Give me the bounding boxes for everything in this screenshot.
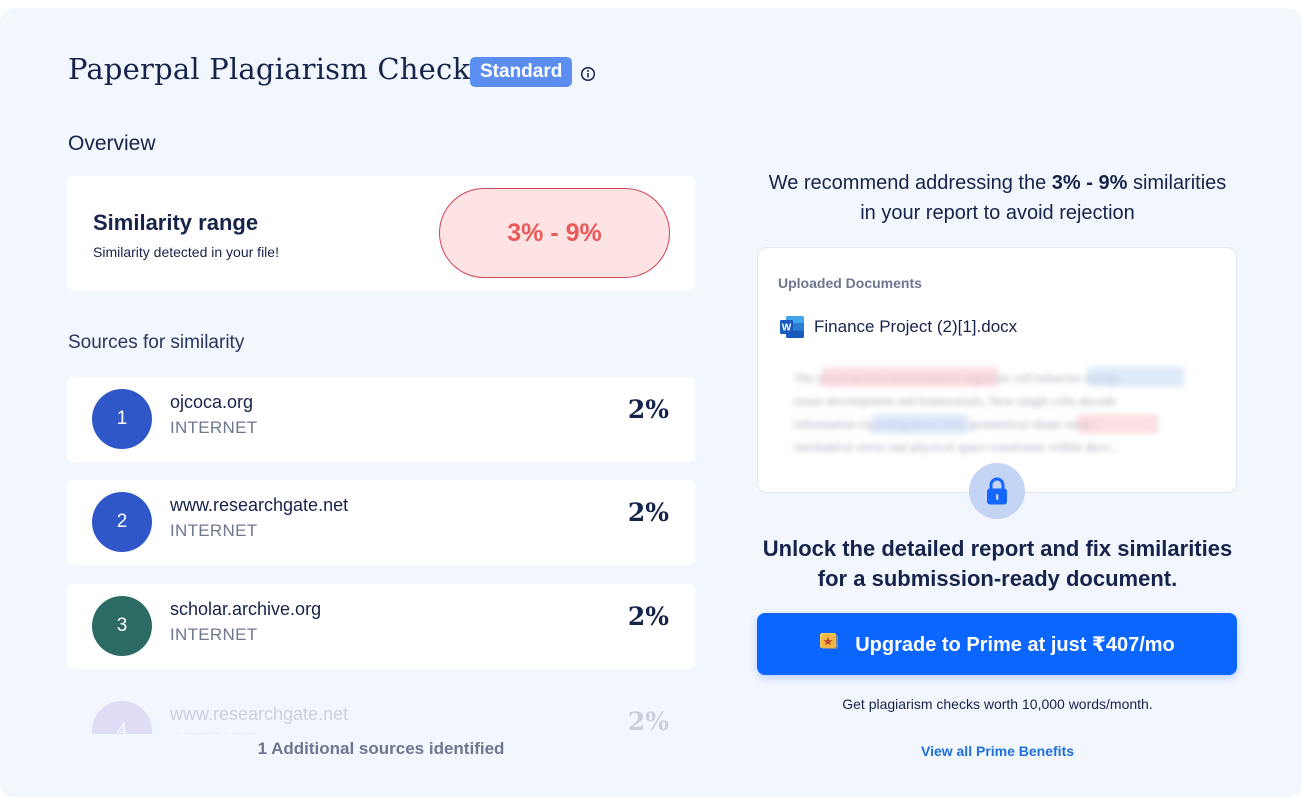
source-number-badge: 4 <box>92 701 152 734</box>
unlock-line1: Unlock the detailed report and fix simil… <box>762 536 1233 561</box>
source-number-badge: 3 <box>92 596 152 656</box>
preview-highlight-pink <box>1078 414 1158 434</box>
additional-sources-text: 1 Additional sources identified <box>257 739 505 758</box>
source-percent: 2% <box>627 395 669 424</box>
preview-line-text: mechanical stress and physical space con… <box>794 439 1119 454</box>
main-panel: Paperpal Plagiarism Check Standard Overv… <box>0 8 1302 797</box>
view-prime-benefits-link[interactable]: View all Prime Benefits <box>740 743 1255 759</box>
source-domain: www.researchgate.net <box>170 495 349 515</box>
svg-text:W: W <box>782 323 792 334</box>
recommendation-suffix: similarities <box>1127 172 1227 194</box>
source-type: INTERNET <box>170 521 258 540</box>
recommendation-range: 3% - 9% <box>1051 172 1128 194</box>
source-domain: scholar.archive.org <box>170 599 322 619</box>
lock-icon <box>987 477 1007 505</box>
document-filename: Finance Project (2)[1].docx <box>814 317 1018 336</box>
similarity-subtitle: Similarity detected in your file! <box>93 244 279 260</box>
source-type: INTERNET <box>170 625 258 644</box>
preview-highlight-pink <box>822 367 998 387</box>
uploaded-document-card: Uploaded Documents W Finance Project (2)… <box>757 247 1237 493</box>
preview-line: tissue development and homeostasis. How … <box>794 389 1194 412</box>
source-percent: 2% <box>627 498 669 527</box>
plan-badge: Standard <box>470 57 573 87</box>
source-domain: ojcoca.org <box>170 392 254 412</box>
preview-highlight-blue <box>872 414 968 434</box>
source-number-badge: 1 <box>92 389 152 449</box>
recommendation-text: We recommend addressing the 3% - 9% simi… <box>740 168 1255 228</box>
prime-benefit-text: Get plagiarism checks worth 10,000 words… <box>842 696 1153 712</box>
uploaded-documents-label: Uploaded Documents <box>778 275 922 291</box>
source-item-4: 4 www.researchgate.net INTERNET 2% <box>67 689 695 734</box>
source-percent: 2% <box>627 602 669 631</box>
info-icon[interactable] <box>580 66 596 82</box>
source-percent: 2% <box>627 707 669 734</box>
preview-highlight-blue <box>1088 367 1184 387</box>
preview-line-text: tissue development and homeostasis. How … <box>794 393 1117 408</box>
recommendation-prefix: We recommend addressing the <box>768 172 1052 194</box>
similarity-title: Similarity range <box>93 210 259 235</box>
unlock-line2: for a submission-ready document. <box>817 566 1178 591</box>
source-number-badge: 2 <box>92 492 152 552</box>
lock-badge <box>969 463 1025 519</box>
source-item-3[interactable]: 3 scholar.archive.org INTERNET 2% <box>67 584 695 669</box>
source-type: INTERNET <box>170 418 258 437</box>
source-item-2[interactable]: 2 www.researchgate.net INTERNET 2% <box>67 480 695 565</box>
source-domain: www.researchgate.net <box>170 704 349 724</box>
sources-heading: Sources for similarity <box>68 332 245 353</box>
recommendation-line2: in your report to avoid rejection <box>860 202 1135 224</box>
unlock-heading: Unlock the detailed report and fix simil… <box>740 534 1255 594</box>
crown-icon <box>820 633 839 649</box>
similarity-card: Similarity range Similarity detected in … <box>67 176 695 290</box>
source-item-1[interactable]: 1 ojcoca.org INTERNET 2% <box>67 377 695 462</box>
word-icon: W <box>780 316 804 338</box>
upgrade-button-label: Upgrade to Prime at just ₹407/mo <box>855 633 1175 656</box>
overview-heading: Overview <box>68 132 156 155</box>
upgrade-to-prime-button[interactable]: Upgrade to Prime at just ₹407/mo <box>757 613 1237 675</box>
preview-line: mechanical stress and physical space con… <box>794 435 1194 458</box>
similarity-range-pill: 3% - 9% <box>439 188 670 278</box>
page-title: Paperpal Plagiarism Check <box>68 52 471 86</box>
source-type: INTERNET <box>170 730 257 734</box>
